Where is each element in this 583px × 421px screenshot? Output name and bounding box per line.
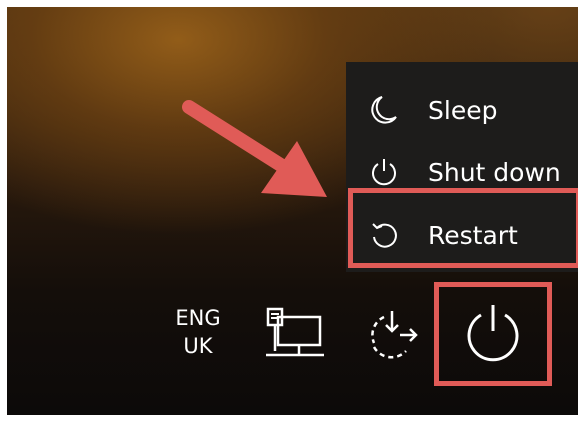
- accessibility-icon[interactable]: [362, 305, 424, 371]
- sleep-label: Sleep: [428, 95, 498, 125]
- restart-highlight-box: [348, 188, 578, 268]
- arrow-icon: [182, 100, 327, 197]
- power-button[interactable]: [461, 301, 525, 369]
- sleep-menu-item[interactable]: Sleep: [346, 79, 578, 141]
- network-icon[interactable]: [262, 307, 328, 373]
- language-code: ENG: [175, 306, 221, 330]
- shut-down-label: Shut down: [428, 157, 561, 187]
- power-icon: [467, 305, 519, 362]
- power-icon: [368, 156, 400, 188]
- language-region: UK: [183, 334, 213, 358]
- language-indicator[interactable]: ENG UK: [173, 304, 223, 360]
- lock-screen-background: Sleep Shut down Restart ENG UK: [7, 7, 578, 415]
- moon-icon: [368, 94, 400, 126]
